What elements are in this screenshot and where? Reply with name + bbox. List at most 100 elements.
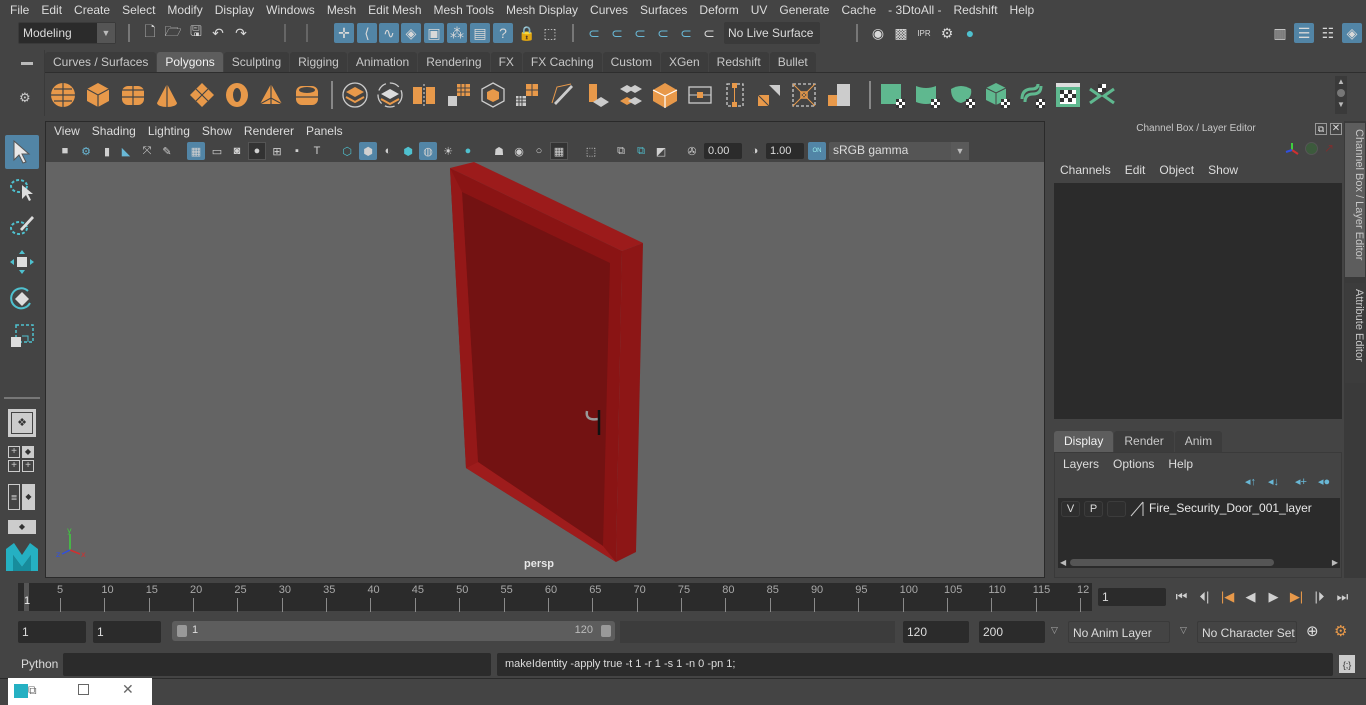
menu-3dtoall[interactable]: - 3DtoAll - — [882, 0, 947, 20]
layer-visibility-toggle[interactable]: V — [1061, 501, 1080, 517]
tab-anim[interactable]: Anim — [1174, 431, 1223, 452]
menu-mesh[interactable]: Mesh — [321, 0, 362, 20]
layer-color-swatch-icon[interactable] — [1130, 501, 1144, 517]
smooth-shade-icon[interactable]: ⬢ — [359, 142, 377, 160]
default-material-icon[interactable]: ◐ — [379, 142, 397, 160]
viewport-menu-show[interactable]: Show — [198, 122, 240, 140]
scroll-left-icon[interactable]: ◀ — [1060, 558, 1066, 567]
menu-channels[interactable]: Channels — [1054, 161, 1119, 179]
offset-edge-loop-icon[interactable] — [721, 81, 749, 109]
select-camera-icon[interactable]: ■ — [56, 142, 74, 160]
viewport-menu-panels[interactable]: Panels — [302, 122, 351, 140]
side-tab-attribute-editor[interactable]: Attribute Editor — [1345, 283, 1365, 383]
insert-edge-loop-icon[interactable] — [686, 81, 714, 109]
shadows-icon[interactable]: ● — [459, 142, 477, 160]
poly-sphere-icon[interactable] — [49, 81, 77, 109]
animation-start-field[interactable]: 1 — [18, 621, 86, 643]
bridge-icon[interactable] — [617, 81, 645, 109]
grid-toggle-icon[interactable]: ▦ — [187, 142, 205, 160]
screen-space-ao-icon[interactable]: ☗ — [490, 142, 508, 160]
shelf-tab-sculpting[interactable]: Sculpting — [223, 52, 290, 73]
select-curves-icon[interactable]: ∿ — [379, 23, 399, 43]
reduce-icon[interactable] — [479, 81, 507, 109]
maximize-window-icon[interactable] — [78, 684, 89, 695]
range-end-handle[interactable] — [601, 625, 611, 637]
shelf-menu-icon[interactable] — [21, 62, 33, 65]
menu-modify[interactable]: Modify — [161, 0, 208, 20]
viewport-menu-view[interactable]: View — [50, 122, 88, 140]
viewport-menu-lighting[interactable]: Lighting — [144, 122, 198, 140]
move-layer-down-icon[interactable]: ◂↓ — [1268, 475, 1279, 488]
step-back-key-icon[interactable]: |◀ — [1216, 588, 1239, 606]
viewport-menu-renderer[interactable]: Renderer — [240, 122, 302, 140]
menu-edit[interactable]: Edit — [1119, 161, 1154, 179]
bevel-icon[interactable] — [651, 81, 679, 109]
poly-pyramid-icon[interactable] — [257, 81, 285, 109]
3d-viewport-scene[interactable]: y x z persp — [46, 162, 1044, 577]
redo-icon[interactable]: ↷ — [231, 23, 251, 43]
camera-attributes-icon[interactable]: ⚙ — [77, 142, 95, 160]
separate-icon[interactable] — [376, 81, 404, 109]
multi-cut-icon[interactable] — [548, 81, 576, 109]
highlight-selection-icon[interactable]: ⬚ — [540, 23, 560, 43]
mirror-icon[interactable] — [410, 81, 438, 109]
channel-list-area[interactable] — [1054, 183, 1342, 419]
fill-hole-icon[interactable] — [825, 81, 853, 109]
layer-row[interactable]: V P Fire_Security_Door_001_layer — [1058, 498, 1340, 520]
menu-uv[interactable]: UV — [745, 0, 774, 20]
character-set-chevron-icon[interactable]: ▽ — [1180, 625, 1187, 636]
modeling-toolkit-icon[interactable]: ▥ — [1270, 23, 1290, 43]
shelf-scroll-down-icon[interactable]: ▼ — [1335, 99, 1347, 110]
open-scene-icon[interactable]: 🗁 — [163, 23, 183, 43]
append-to-polygon-icon[interactable] — [755, 81, 783, 109]
mode-selector-dropdown[interactable]: Modeling ▼ — [18, 22, 116, 44]
tab-render[interactable]: Render — [1114, 431, 1174, 452]
viewport-menu-shading[interactable]: Shading — [88, 122, 144, 140]
bookmarks-icon[interactable]: ▮ — [98, 142, 116, 160]
uv-toolkit-icon[interactable] — [1088, 81, 1116, 109]
extrude-icon[interactable] — [583, 81, 611, 109]
menu-generate[interactable]: Generate — [773, 0, 835, 20]
speed-icon[interactable] — [1305, 142, 1318, 155]
menu-select[interactable]: Select — [116, 0, 161, 20]
play-forwards-icon[interactable]: ▶ — [1262, 588, 1285, 606]
render-settings-icon[interactable]: ◉ — [868, 23, 888, 43]
menu-mesh-display[interactable]: Mesh Display — [500, 0, 584, 20]
gamma-icon[interactable]: ◑ — [746, 142, 764, 160]
shelf-gear-icon[interactable]: ⚙ — [19, 90, 31, 106]
step-back-frame-icon[interactable]: ⏴| — [1193, 588, 1216, 606]
close-window-icon[interactable]: ✕ — [122, 681, 134, 698]
menu-windows[interactable]: Windows — [260, 0, 321, 20]
poly-pipe-icon[interactable] — [293, 81, 321, 109]
new-layer-from-selection-icon[interactable]: ◂● — [1318, 475, 1330, 488]
snap-to-point-icon[interactable]: ⊂ — [630, 23, 650, 43]
exposure-icon[interactable]: ✇ — [683, 142, 701, 160]
tab-display[interactable]: Display — [1054, 431, 1114, 452]
shelf-tab-rendering[interactable]: Rendering — [418, 52, 490, 73]
snap-to-grid-icon[interactable]: ⊂ — [584, 23, 604, 43]
uv-editor-icon[interactable] — [1054, 81, 1082, 109]
outliner-persp-layout-button[interactable]: ≣ ◆ — [8, 484, 36, 510]
select-rendering-icon[interactable]: ▤ — [470, 23, 490, 43]
render-current-frame-icon[interactable]: ▩ — [891, 23, 911, 43]
menu-file[interactable]: File — [4, 0, 35, 20]
automatic-uv-icon[interactable] — [984, 81, 1012, 109]
step-forward-key-icon[interactable]: ▶| — [1285, 588, 1308, 606]
menu-help[interactable]: Help — [1162, 455, 1201, 473]
attribute-editor-toggle-icon[interactable]: ☰ — [1294, 23, 1314, 43]
four-view-layout-button[interactable]: + ◆ + + — [8, 446, 36, 472]
layer-playback-toggle[interactable]: P — [1084, 501, 1103, 517]
menu-display[interactable]: Display — [209, 0, 260, 20]
menu-deform[interactable]: Deform — [693, 0, 744, 20]
ipr-render-icon[interactable]: IPR — [914, 23, 934, 43]
character-set-dropdown[interactable]: No Character Set — [1197, 621, 1297, 643]
use-all-lights-icon[interactable]: ☀ — [439, 142, 457, 160]
move-layer-up-icon[interactable]: ◂↑ — [1245, 475, 1256, 488]
poly-cone-icon[interactable] — [153, 81, 181, 109]
shelf-tab-custom[interactable]: Custom — [602, 52, 660, 73]
menu-object[interactable]: Object — [1153, 161, 1202, 179]
snap-to-curve-icon[interactable]: ⊂ — [607, 23, 627, 43]
shelf-tab-curves-surfaces[interactable]: Curves / Surfaces — [45, 52, 157, 73]
menu-mesh-tools[interactable]: Mesh Tools — [428, 0, 500, 20]
animation-end-field[interactable]: 200 — [979, 621, 1045, 643]
